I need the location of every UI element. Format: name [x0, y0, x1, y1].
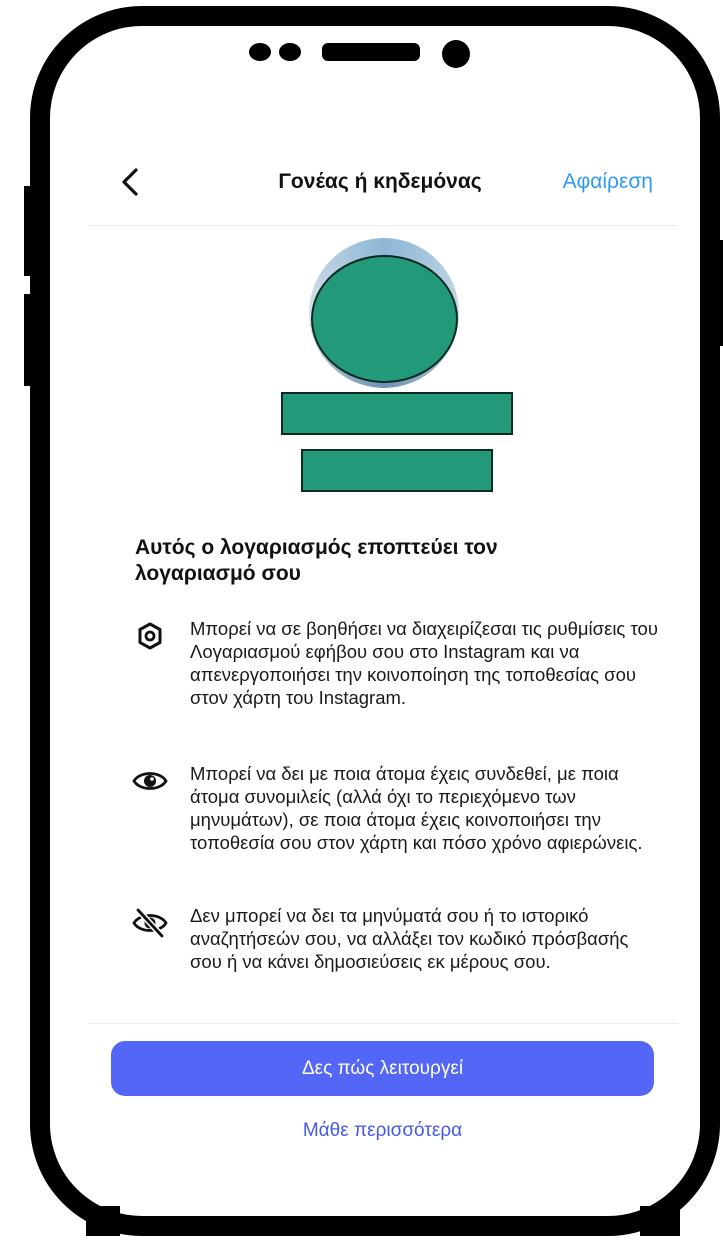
header-divider — [88, 225, 678, 226]
frame-corner — [86, 1206, 120, 1236]
back-chevron-icon[interactable] — [114, 164, 150, 200]
notch-dot — [249, 43, 271, 61]
see-how-it-works-button[interactable]: Δες πώς λειτουργεί — [111, 1041, 654, 1096]
feature-text: Μπορεί να σε βοηθήσει να διαχειρίζεσαι τ… — [190, 618, 658, 708]
footer-divider — [88, 1023, 678, 1024]
learn-more-link[interactable]: Μάθε περισσότερα — [111, 1120, 654, 1142]
speaker-grille — [322, 43, 420, 61]
phone-frame: Γονέας ή κηδεμόνας Αφαίρεση Αυτός ο λογα… — [30, 6, 720, 1236]
username-redaction — [301, 449, 493, 492]
supervision-heading: Αυτός ο λογαριασμός εποπτεύει τον λογαρι… — [135, 536, 498, 585]
device-mockup: Γονέας ή κηδεμόνας Αφαίρεση Αυτός ο λογα… — [0, 0, 723, 1240]
notch-dot — [279, 43, 301, 61]
feature-text: Δεν μπορεί να δει τα μηνύματά σου ή το ι… — [190, 905, 629, 972]
screen: Γονέας ή κηδεμόνας Αφαίρεση Αυτός ο λογα… — [50, 26, 700, 1216]
feature-text: Μπορεί να δει με ποια άτομα έχεις συνδεθ… — [190, 763, 643, 853]
front-camera — [442, 40, 470, 68]
avatar-redaction — [311, 255, 458, 383]
frame-corner — [640, 1206, 680, 1236]
eye-off-icon — [132, 908, 168, 938]
gear-icon — [138, 622, 162, 650]
eye-icon — [132, 772, 168, 790]
name-redaction — [281, 392, 513, 435]
remove-button[interactable]: Αφαίρεση — [563, 170, 653, 194]
page-title: Γονέας ή κηδεμόνας — [278, 170, 482, 193]
